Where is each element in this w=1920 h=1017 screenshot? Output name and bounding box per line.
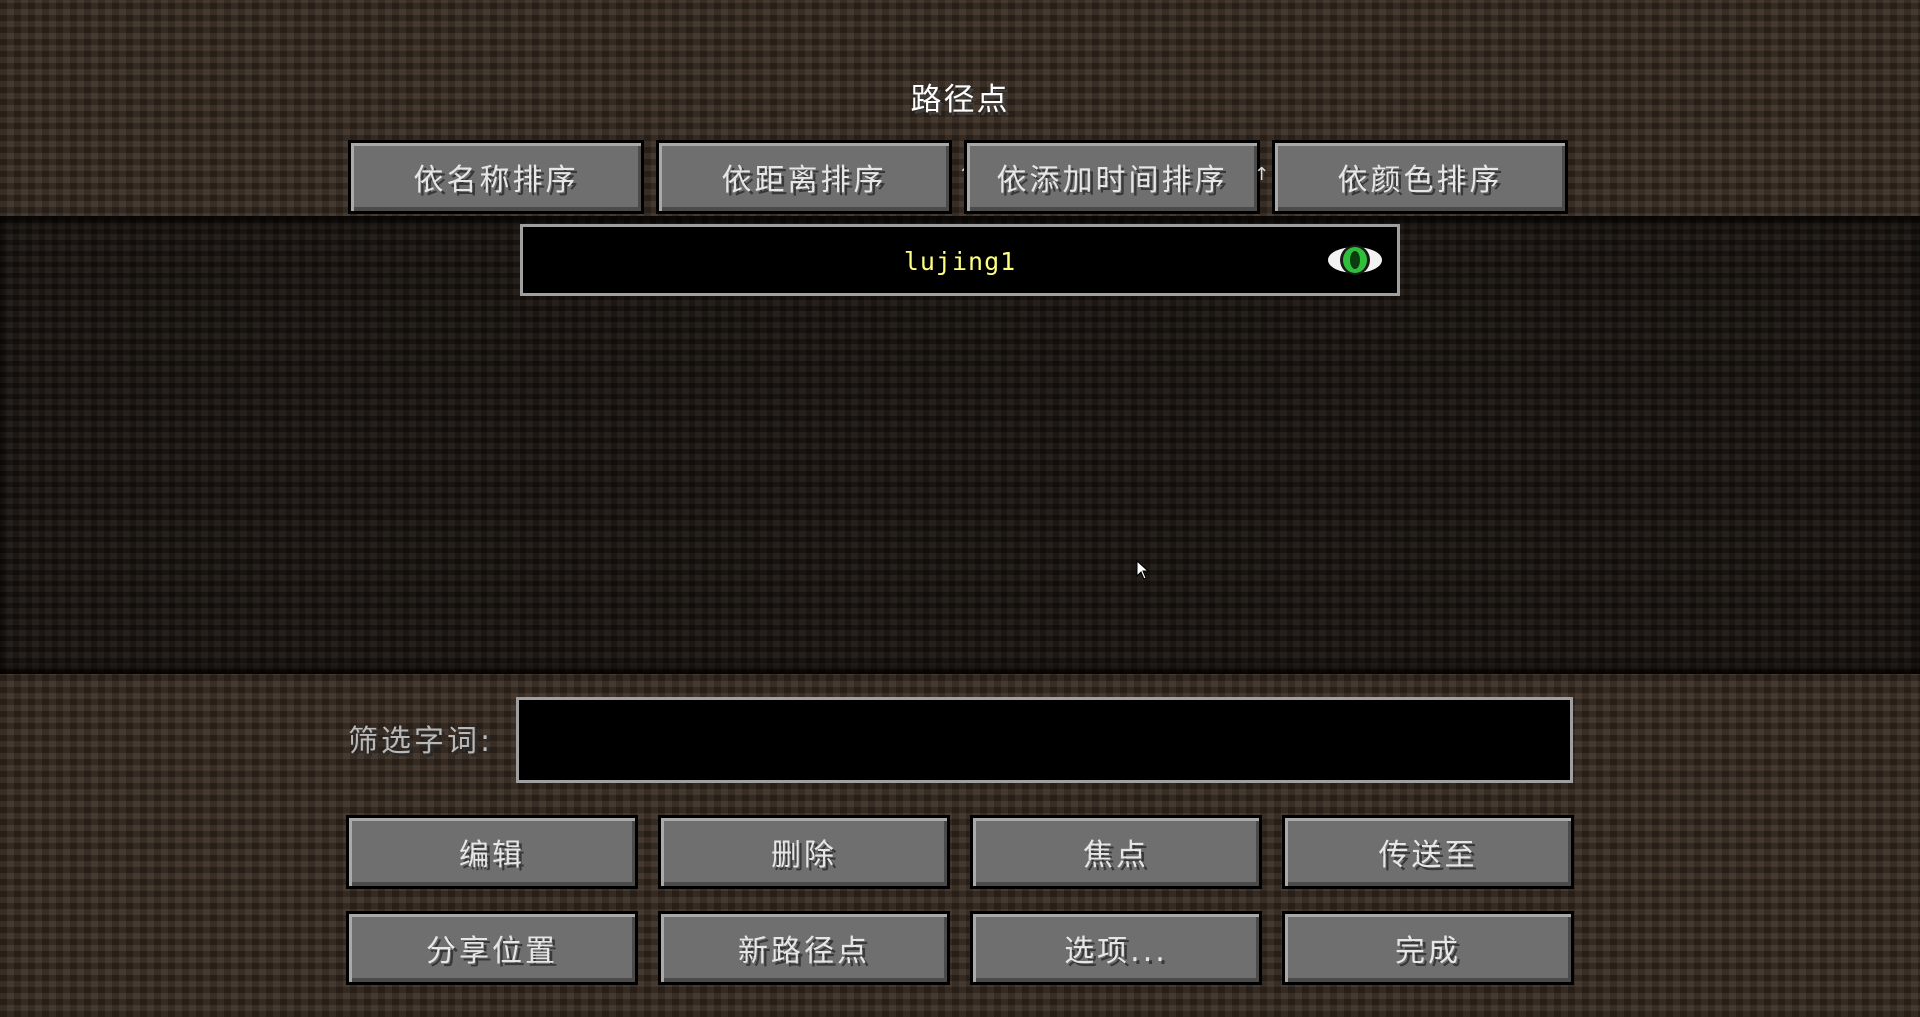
screen-title: 路径点 bbox=[910, 82, 1010, 118]
sort-arrow-right-icon: ↑ bbox=[1254, 164, 1270, 185]
done-button[interactable]: 完成 bbox=[1282, 911, 1574, 985]
filter-input[interactable] bbox=[516, 697, 1573, 783]
filter-label: 筛选字词: bbox=[348, 724, 494, 759]
share-location-button[interactable]: 分享位置 bbox=[346, 911, 638, 985]
edit-button[interactable]: 编辑 bbox=[346, 815, 638, 889]
waypoint-name: lujing1 bbox=[903, 247, 1017, 276]
sort-by-color-button[interactable]: 依颜色排序 bbox=[1272, 140, 1568, 214]
mouse-cursor-icon bbox=[1136, 560, 1150, 580]
delete-button[interactable]: 删除 bbox=[658, 815, 950, 889]
sort-by-added-time-button[interactable]: 依添加时间排序 bbox=[964, 140, 1260, 214]
options-button[interactable]: 选项... bbox=[970, 911, 1262, 985]
new-waypoint-button[interactable]: 新路径点 bbox=[658, 911, 950, 985]
teleport-button[interactable]: 传送至 bbox=[1282, 815, 1574, 889]
sort-by-name-button[interactable]: 依名称排序 bbox=[348, 140, 644, 214]
waypoint-entry[interactable]: lujing1 bbox=[520, 224, 1400, 296]
focus-button[interactable]: 焦点 bbox=[970, 815, 1262, 889]
eye-icon[interactable] bbox=[1327, 242, 1383, 278]
sort-by-distance-button[interactable]: 依距离排序 bbox=[656, 140, 952, 214]
